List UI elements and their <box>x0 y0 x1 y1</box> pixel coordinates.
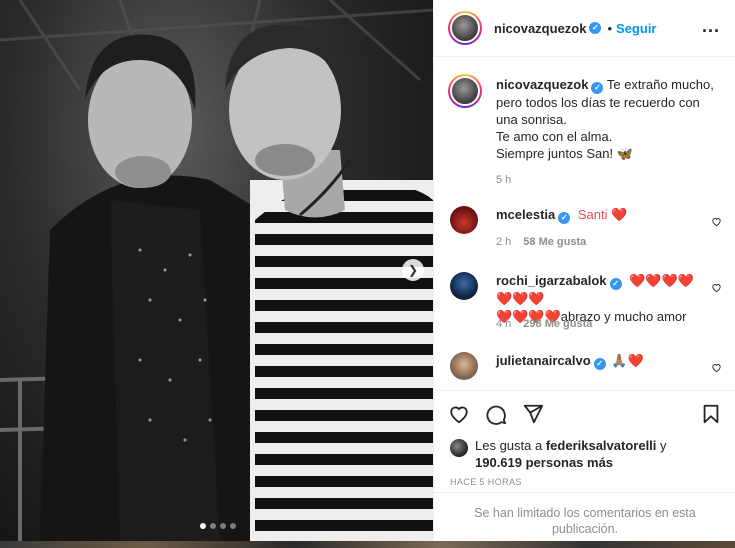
comment-icon[interactable] <box>485 403 507 425</box>
likes-connector: y <box>660 438 667 453</box>
author-avatar[interactable] <box>448 74 482 108</box>
comment-text: Santi ❤️ <box>577 207 628 222</box>
liker-username[interactable]: federiksalvatorelli <box>546 438 657 453</box>
comment-meta: 2 h 58 Me gusta <box>496 236 586 248</box>
post-actions-bar <box>434 390 735 434</box>
comment-item: julietanaircalvo ✓ 🙏🏽❤️ <box>448 352 732 390</box>
verified-icon: ✓ <box>593 358 606 370</box>
comment-time[interactable]: 2 h <box>496 236 511 248</box>
background-feed-strip <box>0 541 735 548</box>
post-header: nicovazquezok ✓ • Seguir ... <box>434 0 735 57</box>
caption-line: Te extraño mucho, <box>606 77 714 92</box>
comment-body: mcelestia ✓ Santi ❤️ <box>496 206 706 224</box>
verified-icon: ✓ <box>558 212 571 224</box>
caption-line: Siempre juntos San! 🦋 <box>496 146 633 161</box>
separator: • <box>607 20 613 36</box>
author-avatar[interactable] <box>448 11 482 45</box>
verified-icon: ✓ <box>589 22 602 34</box>
commenter-avatar[interactable] <box>450 206 478 234</box>
author-username[interactable]: nicovazquezok <box>494 21 586 36</box>
caption-line: Te amo con el alma. <box>496 129 613 144</box>
comment-meta: 4 h 298 Me gusta <box>496 318 592 330</box>
save-icon[interactable] <box>700 403 722 425</box>
likes-prefix: Les gusta a <box>475 438 543 453</box>
caption-time[interactable]: 5 h <box>496 174 511 186</box>
caption-text: nicovazquezok ✓ Te extraño mucho, pero to… <box>496 76 728 162</box>
carousel-dot <box>200 523 206 529</box>
commenter-username[interactable]: rochi_igarzabalok <box>496 273 607 288</box>
comment-time[interactable]: 4 h <box>496 318 511 330</box>
more-icon[interactable]: ... <box>702 16 720 37</box>
commenter-avatar[interactable] <box>450 352 478 380</box>
commenter-username[interactable]: julietanaircalvo <box>496 353 591 368</box>
likes-text: Les gusta a federiksalvatorelli y 190.61… <box>475 437 667 471</box>
carousel-dot <box>210 523 216 529</box>
share-icon[interactable] <box>522 403 544 425</box>
carousel-dot <box>220 523 226 529</box>
comment-item: mcelestia ✓ Santi ❤️ 2 h 58 Me gusta <box>448 206 732 250</box>
comment-item: rochi_igarzabalok ✓ ❤️❤️❤️❤️❤️❤️❤️ ❤️❤️❤️… <box>448 272 732 336</box>
posted-ago[interactable]: HACE 5 HORAS <box>450 477 522 487</box>
carousel-indicator <box>200 523 236 529</box>
commenter-avatar[interactable] <box>450 272 478 300</box>
comment-text: 🙏🏽❤️ <box>611 353 644 368</box>
comment-likes[interactable]: 58 Me gusta <box>523 236 586 248</box>
post-details-panel: nicovazquezok ✓ • Seguir ... nicovazquez… <box>433 0 735 541</box>
comments-list[interactable]: nicovazquezok ✓ Te extraño mucho, pero to… <box>434 58 735 390</box>
post-photo[interactable]: ❯ <box>0 0 433 541</box>
heart-icon[interactable] <box>711 282 722 293</box>
caption-line: pero todos los días te recuerdo con <box>496 95 700 110</box>
chevron-right-icon: ❯ <box>407 263 419 277</box>
instagram-post-view: ❯ nicovazquezok ✓ • Seguir ... nicovazqu… <box>0 0 735 548</box>
caption-line: una sonrisa. <box>496 112 567 127</box>
heart-icon[interactable] <box>711 362 722 373</box>
comment-body: julietanaircalvo ✓ 🙏🏽❤️ <box>496 352 706 370</box>
carousel-next-button[interactable]: ❯ <box>402 259 424 281</box>
liker-avatar[interactable] <box>450 439 468 457</box>
comment-likes[interactable]: 298 Me gusta <box>523 318 592 330</box>
likes-count[interactable]: 190.619 personas más <box>475 455 613 470</box>
carousel-dot <box>230 523 236 529</box>
follow-button[interactable]: Seguir <box>616 21 656 36</box>
verified-icon: ✓ <box>609 278 622 290</box>
heart-icon[interactable] <box>448 403 470 425</box>
photo-illustration <box>0 0 433 541</box>
comments-limited-notice: Se han limitado los comentarios en esta … <box>434 492 735 541</box>
heart-icon[interactable] <box>711 216 722 227</box>
verified-icon: ✓ <box>591 82 604 94</box>
caption-username[interactable]: nicovazquezok <box>496 77 588 92</box>
commenter-username[interactable]: mcelestia <box>496 207 555 222</box>
